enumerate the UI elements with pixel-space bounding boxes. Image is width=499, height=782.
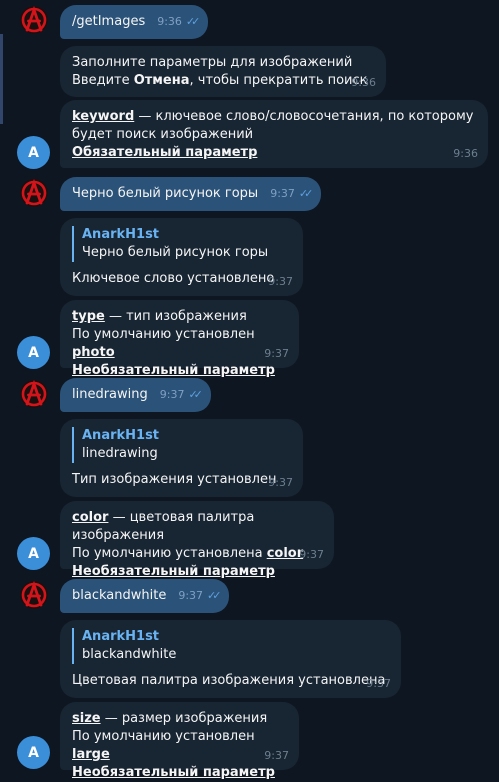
message-time: 9:37 — [270, 187, 295, 200]
required-label: Обязательный параметр — [72, 145, 258, 160]
message-time: 9:37 — [268, 275, 293, 288]
bot-avatar[interactable]: A — [17, 136, 50, 169]
user-avatar-anarchy-icon[interactable] — [20, 380, 48, 408]
quote-text: linedrawing — [82, 446, 158, 461]
message-time: 9:37 — [264, 347, 289, 360]
user-avatar-anarchy-icon[interactable] — [20, 581, 48, 609]
message-text: /getImages — [72, 14, 146, 29]
read-ticks-icon: ✓✓ — [188, 388, 203, 401]
message-time: 9:36 — [157, 15, 182, 28]
selection-strip — [0, 34, 3, 124]
bot-message[interactable]: type — тип изображения По умолчанию уста… — [60, 300, 299, 378]
param-type-link: type — [72, 309, 105, 324]
message-time: 9:37 — [159, 388, 185, 401]
optional-label: Необязательный параметр — [72, 765, 275, 780]
quote-author: AnarkH1st — [82, 227, 160, 242]
message-time: 9:37 — [264, 749, 289, 762]
message-text: Тип изображения установлен — [72, 472, 277, 487]
message-line: size — размер изображения — [72, 711, 268, 726]
bot-avatar[interactable]: A — [17, 537, 50, 570]
quote-text: blackandwhite — [82, 647, 177, 662]
message-line: По умолчанию установлен photo — [72, 327, 255, 360]
message-text: linedrawing — [72, 387, 148, 402]
bot-message[interactable]: Заполните параметры для изображений Введ… — [60, 46, 386, 97]
user-message[interactable]: /getImages 9:36 ✓✓ — [60, 5, 209, 39]
quote-author: AnarkH1st — [82, 428, 160, 443]
bot-avatar[interactable]: A — [17, 336, 50, 369]
read-ticks-icon: ✓✓ — [298, 187, 314, 200]
default-value: large — [72, 747, 110, 762]
message-line: keyword — ключевое слово/словосочетания,… — [72, 109, 474, 124]
read-ticks-icon: ✓✓ — [185, 15, 201, 28]
reply-quote[interactable]: AnarkH1st blackandwhite — [72, 628, 389, 664]
message-time: 9:37 — [299, 548, 324, 561]
message-line: По умолчанию установлен large — [72, 729, 255, 762]
user-avatar-anarchy-icon[interactable] — [20, 6, 48, 34]
message-time: 9:37 — [178, 589, 204, 602]
message-line: type — тип изображения — [72, 309, 247, 324]
default-value: photo — [72, 345, 115, 360]
message-line: Заполните параметры для изображений — [72, 55, 353, 70]
message-time: 9:36 — [351, 76, 376, 89]
user-message[interactable]: linedrawing 9:37 ✓✓ — [60, 378, 211, 412]
quote-text: Черно белый рисунок горы — [82, 245, 269, 260]
user-avatar-anarchy-icon[interactable] — [20, 179, 48, 207]
message-text: blackandwhite — [72, 588, 167, 603]
param-color-link: color — [72, 510, 109, 525]
message-meta: 9:37 ✓✓ — [159, 386, 203, 404]
message-meta: 9:37 ✓✓ — [270, 185, 314, 203]
message-text: Черно белый рисунок горы — [72, 186, 259, 201]
message-time: 9:36 — [453, 147, 478, 160]
reply-quote[interactable]: AnarkH1st linedrawing — [72, 427, 291, 463]
message-line: color — цветовая палитра изображения — [72, 510, 255, 543]
message-line: По умолчанию установлена color — [72, 546, 304, 561]
default-value: color — [266, 546, 304, 561]
user-message[interactable]: Черно белый рисунок горы 9:37 ✓✓ — [60, 177, 322, 211]
chat-history[interactable]: /getImages 9:36 ✓✓ Заполните параметры дл… — [0, 0, 499, 780]
reply-quote[interactable]: AnarkH1st Черно белый рисунок горы — [72, 226, 291, 262]
bot-message[interactable]: color — цветовая палитра изображения По … — [60, 501, 334, 579]
bot-message[interactable]: AnarkH1st linedrawing Тип изображения ус… — [60, 419, 303, 497]
message-line: будет поиск изображений — [72, 127, 254, 142]
bot-avatar[interactable]: A — [17, 736, 50, 769]
quote-author: AnarkH1st — [82, 629, 160, 644]
bot-message[interactable]: AnarkH1st Черно белый рисунок горы Ключе… — [60, 218, 303, 296]
message-time: 9:37 — [366, 677, 391, 690]
param-size-link: size — [72, 711, 101, 726]
cancel-keyword: Отмена — [133, 73, 190, 88]
bot-message[interactable]: keyword — ключевое слово/словосочетания,… — [60, 100, 488, 168]
read-ticks-icon: ✓✓ — [207, 589, 222, 602]
message-time: 9:37 — [268, 476, 293, 489]
user-message[interactable]: blackandwhite 9:37 ✓✓ — [60, 579, 230, 613]
bot-message[interactable]: size — размер изображения По умолчанию у… — [60, 702, 299, 780]
bot-message[interactable]: AnarkH1st blackandwhite Цветовая палитра… — [60, 620, 401, 698]
param-keyword-link: keyword — [72, 109, 135, 124]
message-text: Ключевое слово установлено — [72, 271, 275, 286]
message-line: Введите Отмена, чтобы прекратить поиск — [72, 73, 368, 88]
message-meta: 9:36 ✓✓ — [157, 13, 201, 31]
message-text: Цветовая палитра изображения установлена — [72, 673, 386, 688]
message-meta: 9:37 ✓✓ — [178, 587, 222, 605]
